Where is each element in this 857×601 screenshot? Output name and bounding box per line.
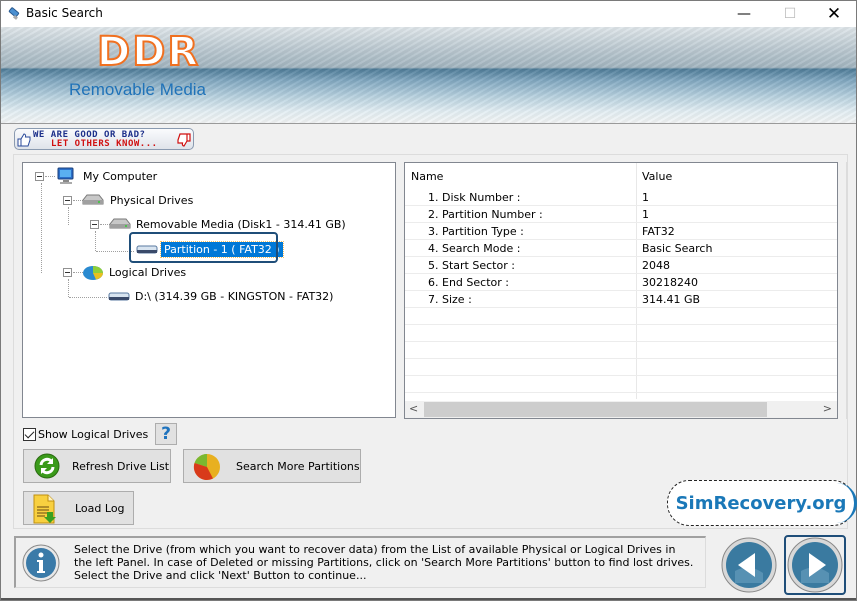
refresh-drive-list-button[interactable]: Refresh Drive List bbox=[23, 449, 171, 483]
hard-drive-icon bbox=[109, 218, 131, 229]
column-header-value[interactable]: Value bbox=[642, 170, 672, 183]
row-value: 30218240 bbox=[642, 276, 698, 289]
minimize-button[interactable]: — bbox=[721, 1, 767, 27]
refresh-icon bbox=[34, 453, 60, 479]
tree-line bbox=[69, 297, 107, 298]
info-panel: Select the Drive (from which you want to… bbox=[14, 536, 706, 588]
button-label: Search More Partitions bbox=[236, 459, 360, 473]
row-value: FAT32 bbox=[642, 225, 675, 238]
show-logical-drives-checkbox[interactable]: Show Logical Drives bbox=[23, 428, 148, 441]
table-row[interactable]: 5. Start Sector : 2048 bbox=[405, 257, 837, 274]
tree-label: My Computer bbox=[83, 169, 158, 183]
tree-node-physical-drives[interactable]: Physical Drives bbox=[82, 191, 193, 209]
column-header-name[interactable]: Name bbox=[411, 170, 443, 183]
scrollbar-thumb[interactable] bbox=[424, 402, 767, 417]
main-window: Basic Search — ☐ ✕ DDR Removable Media W… bbox=[0, 0, 857, 601]
rate-us-button[interactable]: WE ARE GOOD OR BAD? LET OTHERS KNOW... bbox=[14, 128, 194, 150]
window-title: Basic Search bbox=[26, 6, 103, 20]
row-name: 2. Partition Number : bbox=[428, 208, 543, 221]
drive-tree[interactable]: My Computer Physical Drives Removable Me… bbox=[22, 162, 396, 418]
checkbox-checked-icon[interactable] bbox=[23, 428, 36, 441]
tree-label: Removable Media (Disk1 - 314.41 GB) bbox=[136, 217, 346, 231]
next-arrow-icon bbox=[787, 537, 843, 593]
table-row[interactable]: 6. End Sector : 30218240 bbox=[405, 274, 837, 291]
tree-label: Logical Drives bbox=[109, 265, 187, 279]
row-value: Basic Search bbox=[642, 242, 713, 255]
row-name: 3. Partition Type : bbox=[428, 225, 524, 238]
table-row[interactable] bbox=[405, 325, 837, 342]
ddr-logo: DDR bbox=[96, 28, 201, 76]
table-row[interactable] bbox=[405, 376, 837, 393]
panel-edge bbox=[846, 162, 847, 419]
load-log-button[interactable]: Load Log bbox=[23, 491, 134, 525]
table-row[interactable] bbox=[405, 342, 837, 359]
button-label: Refresh Drive List bbox=[72, 459, 170, 473]
tree-label: Physical Drives bbox=[110, 193, 194, 207]
tree-node-drive-d[interactable]: D:\ (314.39 GB - KINGSTON - FAT32) bbox=[108, 287, 333, 305]
row-value: 1 bbox=[642, 191, 649, 204]
checkbox-label: Show Logical Drives bbox=[38, 428, 149, 441]
table-row[interactable]: 3. Partition Type : FAT32 bbox=[405, 223, 837, 240]
tree-node-logical-drives[interactable]: Logical Drives bbox=[82, 263, 186, 281]
row-name: 5. Start Sector : bbox=[428, 259, 515, 272]
hard-drive-icon bbox=[82, 194, 104, 205]
scroll-left-icon[interactable]: < bbox=[409, 402, 418, 415]
table-row[interactable]: 7. Size : 314.41 GB bbox=[405, 291, 837, 308]
tree-line bbox=[95, 231, 96, 251]
row-name: 1. Disk Number : bbox=[428, 191, 521, 204]
tree-line bbox=[68, 207, 69, 225]
info-icon bbox=[22, 544, 60, 582]
row-value: 314.41 GB bbox=[642, 293, 701, 306]
table-row[interactable] bbox=[405, 359, 837, 376]
help-button[interactable]: ? bbox=[155, 423, 177, 445]
title-bar: Basic Search — ☐ ✕ bbox=[1, 1, 856, 27]
maximize-button[interactable]: ☐ bbox=[767, 1, 813, 27]
tree-node-removable-media[interactable]: Removable Media (Disk1 - 314.41 GB) bbox=[109, 215, 346, 233]
tree-line bbox=[45, 176, 55, 177]
selection-highlight bbox=[129, 232, 278, 263]
close-button[interactable]: ✕ bbox=[811, 1, 857, 27]
collapse-toggle[interactable] bbox=[63, 196, 72, 205]
next-button[interactable] bbox=[784, 535, 846, 595]
tree-label: D:\ (314.39 GB - KINGSTON - FAT32) bbox=[135, 289, 334, 303]
table-row[interactable]: 4. Search Mode : Basic Search bbox=[405, 240, 837, 257]
collapse-toggle[interactable] bbox=[90, 220, 99, 229]
collapse-toggle[interactable] bbox=[35, 172, 44, 181]
thumbs-down-icon bbox=[177, 133, 191, 147]
header-banner: DDR Removable Media bbox=[1, 27, 856, 124]
tree-line bbox=[68, 279, 69, 297]
info-text: Select the Drive (from which you want to… bbox=[74, 543, 694, 582]
row-name: 6. End Sector : bbox=[428, 276, 509, 289]
pie-chart-icon bbox=[193, 453, 220, 481]
row-value: 1 bbox=[642, 208, 649, 221]
simrecovery-brand-link[interactable]: SimRecovery.org bbox=[667, 480, 857, 526]
window-bottom-edge bbox=[1, 598, 856, 600]
product-subtitle: Removable Media bbox=[69, 80, 207, 99]
computer-icon bbox=[57, 167, 74, 184]
partition-details-table: Name Value 1. Disk Number :1 2. Partition… bbox=[404, 162, 838, 419]
back-arrow-icon bbox=[721, 537, 777, 593]
rate-line-2: LET OTHERS KNOW... bbox=[51, 139, 158, 149]
scroll-right-icon[interactable]: > bbox=[823, 402, 832, 415]
usb-app-icon bbox=[8, 7, 20, 20]
pie-chart-icon bbox=[83, 266, 103, 280]
table-header: Name Value bbox=[405, 163, 837, 187]
tree-line bbox=[41, 183, 42, 273]
table-row[interactable]: 2. Partition Number : 1 bbox=[405, 206, 837, 223]
collapse-toggle[interactable] bbox=[63, 268, 72, 277]
banner-divider bbox=[1, 123, 856, 124]
table-row[interactable] bbox=[405, 308, 837, 325]
back-button[interactable] bbox=[718, 535, 780, 595]
log-file-icon bbox=[33, 494, 56, 524]
usb-drive-icon bbox=[108, 292, 130, 301]
table-row[interactable]: 1. Disk Number : 1 bbox=[405, 189, 837, 206]
search-more-partitions-button[interactable]: Search More Partitions bbox=[183, 449, 361, 483]
button-label: Load Log bbox=[75, 501, 125, 515]
row-name: 7. Size : bbox=[428, 293, 472, 306]
tree-node-my-computer[interactable]: My Computer bbox=[56, 167, 157, 185]
row-name: 4. Search Mode : bbox=[428, 242, 521, 255]
horizontal-scrollbar[interactable]: < > bbox=[405, 401, 837, 418]
row-value: 2048 bbox=[642, 259, 670, 272]
thumbs-up-icon bbox=[17, 133, 31, 147]
